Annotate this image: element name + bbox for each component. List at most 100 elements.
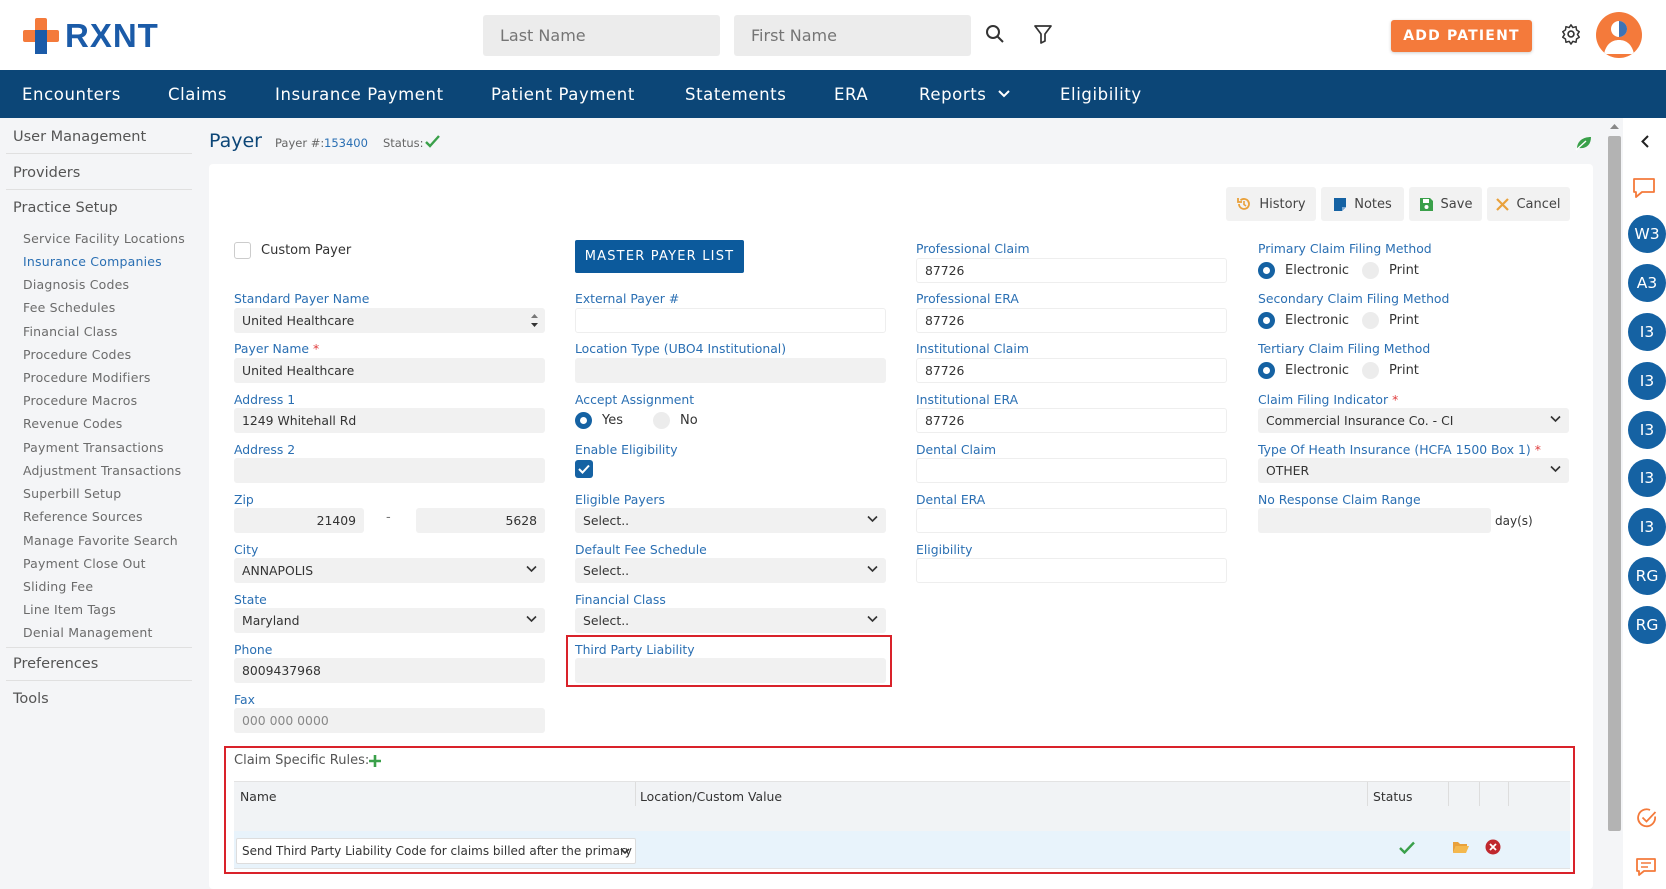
add-rule-plus-icon[interactable] xyxy=(368,754,382,768)
settings-gear-icon[interactable] xyxy=(1560,23,1582,45)
sidebar-item-payment-close-out[interactable]: Payment Close Out xyxy=(23,556,146,571)
financial-class-select[interactable]: Select.. xyxy=(575,608,886,633)
sidebar-tools[interactable]: Tools xyxy=(13,691,49,707)
sidebar-item-fee-schedules[interactable]: Fee Schedules xyxy=(23,300,115,315)
nav-encounters[interactable]: Encounters xyxy=(22,85,121,104)
main-scrollbar[interactable] xyxy=(1605,118,1623,889)
address1-input[interactable]: 1249 Whitehall Rd xyxy=(234,408,545,433)
accept-assignment-yes-radio[interactable] xyxy=(575,412,592,429)
user-avatar[interactable] xyxy=(1596,12,1642,58)
avatar-w3[interactable]: W3 xyxy=(1628,215,1666,253)
delete-circle-x-icon[interactable] xyxy=(1485,839,1501,855)
fax-input[interactable]: 000 000 0000 xyxy=(234,708,545,733)
sidebar-item-procedure-codes[interactable]: Procedure Codes xyxy=(23,347,131,362)
nav-reports[interactable]: Reports xyxy=(919,85,1010,104)
sidebar-item-procedure-macros[interactable]: Procedure Macros xyxy=(23,393,137,408)
sidebar-item-procedure-modifiers[interactable]: Procedure Modifiers xyxy=(23,370,151,385)
avatar-rg[interactable]: RG xyxy=(1628,606,1666,644)
first-name-search-input[interactable] xyxy=(734,15,971,56)
nav-claims[interactable]: Claims xyxy=(168,85,227,104)
external-payer-input[interactable] xyxy=(575,308,886,333)
type-of-health-insurance-select[interactable]: OTHER xyxy=(1258,458,1569,483)
spinner-arrows-icon[interactable] xyxy=(530,312,539,329)
secondary-filing-electronic-radio[interactable] xyxy=(1258,312,1275,329)
no-response-claim-range-input[interactable] xyxy=(1258,508,1491,533)
accept-assignment-no-radio[interactable] xyxy=(653,412,670,429)
sidebar-item-denial-management[interactable]: Denial Management xyxy=(23,625,153,640)
sidebar-item-sliding-fee[interactable]: Sliding Fee xyxy=(23,579,93,594)
enable-eligibility-checkbox[interactable] xyxy=(575,460,593,478)
master-payer-list-button[interactable]: MASTER PAYER LIST xyxy=(575,240,744,273)
nav-patient-payment[interactable]: Patient Payment xyxy=(491,85,635,104)
institutional-era-input[interactable]: 87726 xyxy=(916,408,1227,433)
avatar-i3[interactable]: I3 xyxy=(1628,411,1666,449)
filter-icon[interactable] xyxy=(1034,24,1052,44)
sidebar-item-adjustment-transactions[interactable]: Adjustment Transactions xyxy=(23,463,181,478)
address2-input[interactable] xyxy=(234,458,545,483)
default-fee-schedule-select[interactable]: Select.. xyxy=(575,558,886,583)
tertiary-filing-electronic-radio[interactable] xyxy=(1258,362,1275,379)
rxnt-logo[interactable]: RXNT xyxy=(23,17,159,55)
professional-era-input[interactable]: 87726 xyxy=(916,308,1227,333)
last-name-search-input[interactable] xyxy=(483,15,720,56)
standard-payer-name-field[interactable]: United Healthcare xyxy=(234,308,545,333)
dental-claim-input[interactable] xyxy=(916,458,1227,483)
sidebar-item-manage-favorite-search[interactable]: Manage Favorite Search xyxy=(23,533,178,548)
custom-payer-checkbox[interactable] xyxy=(234,242,251,259)
sidebar-item-revenue-codes[interactable]: Revenue Codes xyxy=(23,416,123,431)
collapse-chevron-left-icon[interactable] xyxy=(1641,135,1649,148)
zip-extension-input[interactable]: 5628 xyxy=(416,508,545,533)
search-icon[interactable] xyxy=(985,24,1005,44)
sidebar-item-diagnosis-codes[interactable]: Diagnosis Codes xyxy=(23,277,129,292)
add-patient-button[interactable]: ADD PATIENT xyxy=(1391,20,1532,52)
eligible-payers-select[interactable]: Select.. xyxy=(575,508,886,533)
scroll-up-arrow-icon[interactable] xyxy=(1610,123,1619,129)
sidebar-item-payment-transactions[interactable]: Payment Transactions xyxy=(23,440,164,455)
sidebar-preferences[interactable]: Preferences xyxy=(13,656,98,672)
sidebar-user-management[interactable]: User Management xyxy=(13,129,146,145)
sidebar-item-superbill-setup[interactable]: Superbill Setup xyxy=(23,486,121,501)
sidebar-item-line-item-tags[interactable]: Line Item Tags xyxy=(23,602,116,617)
phone-input[interactable]: 8009437968 xyxy=(234,658,545,683)
dental-era-input[interactable] xyxy=(916,508,1227,533)
sidebar-providers[interactable]: Providers xyxy=(13,165,80,181)
message-icon[interactable] xyxy=(1635,857,1657,877)
sidebar-item-reference-sources[interactable]: Reference Sources xyxy=(23,509,143,524)
history-button[interactable]: History xyxy=(1226,187,1316,221)
professional-claim-input[interactable]: 87726 xyxy=(916,258,1227,283)
save-button[interactable]: Save xyxy=(1409,187,1482,221)
folder-open-icon[interactable] xyxy=(1452,840,1470,854)
nav-insurance-payment[interactable]: Insurance Payment xyxy=(275,85,444,104)
city-select[interactable]: ANNAPOLIS xyxy=(234,558,545,583)
eligibility-input[interactable] xyxy=(916,558,1227,583)
primary-filing-electronic-radio[interactable] xyxy=(1258,262,1275,279)
payer-number[interactable]: 153400 xyxy=(324,136,368,150)
nav-era[interactable]: ERA xyxy=(834,85,868,104)
avatar-i3[interactable]: I3 xyxy=(1628,508,1666,546)
state-select[interactable]: Maryland xyxy=(234,608,545,633)
cancel-button[interactable]: Cancel xyxy=(1487,187,1570,221)
rule-name-select[interactable]: Send Third Party Liability Code for clai… xyxy=(236,838,636,864)
chat-bubble-icon[interactable] xyxy=(1632,177,1656,199)
avatar-i3[interactable]: I3 xyxy=(1628,459,1666,497)
tertiary-filing-print-radio[interactable] xyxy=(1362,362,1379,379)
scrollbar-thumb[interactable] xyxy=(1608,136,1621,831)
payer-name-input[interactable]: United Healthcare xyxy=(234,358,545,383)
claim-filing-indicator-select[interactable]: Commercial Insurance Co. - CI xyxy=(1258,408,1569,433)
nav-eligibility[interactable]: Eligibility xyxy=(1060,85,1142,104)
sidebar-item-insurance-companies[interactable]: Insurance Companies xyxy=(23,254,162,269)
notes-button[interactable]: Notes xyxy=(1321,187,1404,221)
avatar-i3[interactable]: I3 xyxy=(1628,313,1666,351)
zip-input[interactable]: 21409 xyxy=(234,508,364,533)
sidebar-practice-setup[interactable]: Practice Setup xyxy=(13,200,118,216)
avatar-rg[interactable]: RG xyxy=(1628,557,1666,595)
secondary-filing-print-radio[interactable] xyxy=(1362,312,1379,329)
third-party-liability-input[interactable] xyxy=(575,658,886,683)
avatar-a3[interactable]: A3 xyxy=(1628,264,1666,302)
institutional-claim-input[interactable]: 87726 xyxy=(916,358,1227,383)
task-check-circle-icon[interactable] xyxy=(1636,807,1658,829)
location-type-input[interactable] xyxy=(575,358,886,383)
sidebar-item-service-facility-locations[interactable]: Service Facility Locations xyxy=(23,231,185,246)
nav-statements[interactable]: Statements xyxy=(685,85,786,104)
primary-filing-print-radio[interactable] xyxy=(1362,262,1379,279)
